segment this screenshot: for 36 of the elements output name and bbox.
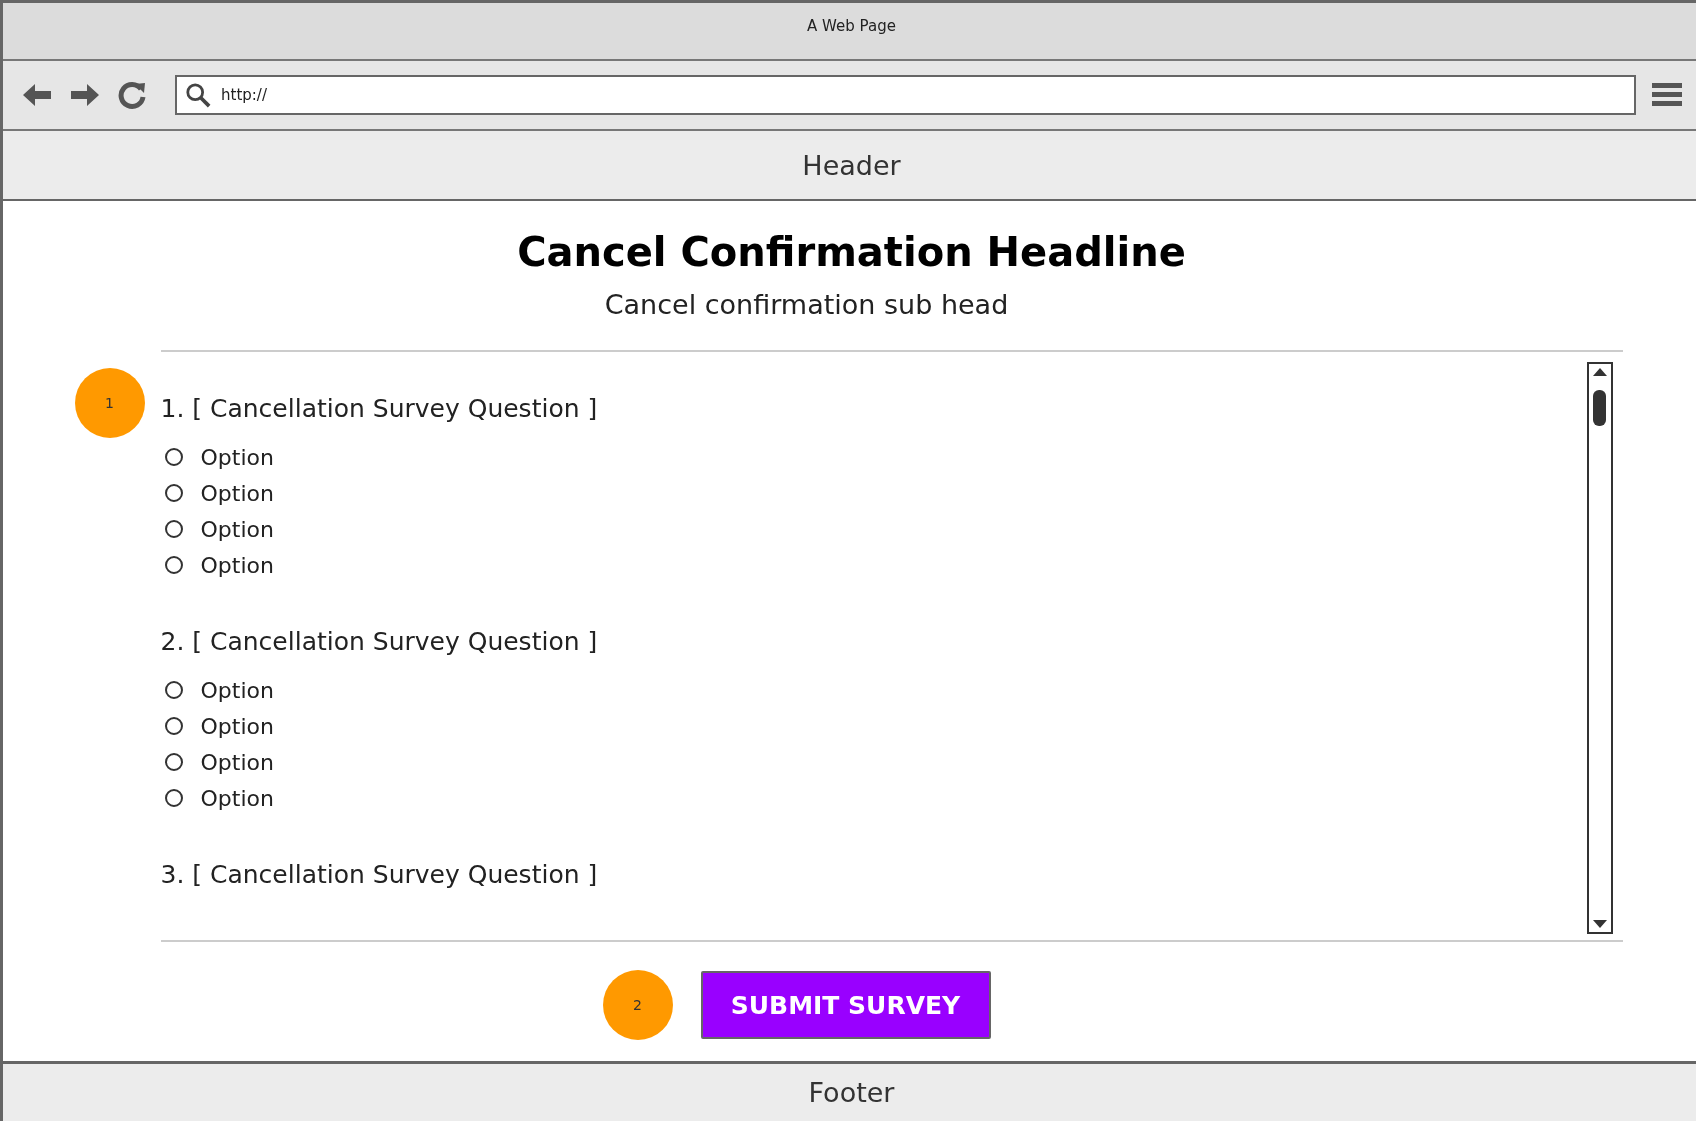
- submit-survey-button[interactable]: SUBMIT SURVEY: [700, 971, 991, 1039]
- reload-icon[interactable]: [117, 80, 147, 110]
- annotation-badge: 2: [602, 970, 673, 1040]
- radio-button[interactable]: [164, 556, 183, 574]
- radio-option[interactable]: Option: [160, 708, 598, 744]
- radio-button[interactable]: [164, 520, 183, 538]
- search-icon: [185, 82, 211, 108]
- radio-option[interactable]: Option: [160, 780, 598, 816]
- radio-button[interactable]: [164, 448, 183, 466]
- question-text: 1. [ Cancellation Survey Question ]: [160, 394, 598, 423]
- radio-button[interactable]: [164, 753, 183, 771]
- scroll-thumb[interactable]: [1593, 390, 1606, 426]
- radio-button[interactable]: [164, 717, 183, 735]
- question-text: 2. [ Cancellation Survey Question ]: [160, 627, 598, 656]
- scroll-down-icon[interactable]: [1592, 920, 1607, 928]
- forward-arrow-icon[interactable]: [69, 81, 101, 109]
- radio-option[interactable]: Option: [160, 672, 598, 708]
- back-arrow-icon[interactable]: [21, 81, 53, 109]
- scrollbar[interactable]: [1586, 362, 1613, 934]
- scroll-up-icon[interactable]: [1592, 368, 1607, 376]
- radio-button[interactable]: [164, 681, 183, 699]
- header-label: Header: [802, 149, 901, 181]
- radio-option[interactable]: Option: [160, 547, 598, 583]
- footer-label: Footer: [808, 1077, 895, 1108]
- radio-button[interactable]: [164, 484, 183, 502]
- annotation-badge: 1: [74, 368, 145, 438]
- radio-option[interactable]: Option: [160, 511, 598, 547]
- question-text: 3. [ Cancellation Survey Question ]: [160, 860, 598, 889]
- radio-button[interactable]: [164, 789, 183, 807]
- address-field[interactable]: http://: [175, 75, 1636, 115]
- radio-option[interactable]: Option: [160, 744, 598, 780]
- window-title: A Web Page: [807, 17, 896, 37]
- radio-option[interactable]: Option: [160, 475, 598, 511]
- headline: Cancel Confirmation Headline: [517, 229, 1186, 275]
- radio-option[interactable]: Option: [160, 439, 598, 475]
- subhead: Cancel confirmation sub head: [604, 289, 1009, 320]
